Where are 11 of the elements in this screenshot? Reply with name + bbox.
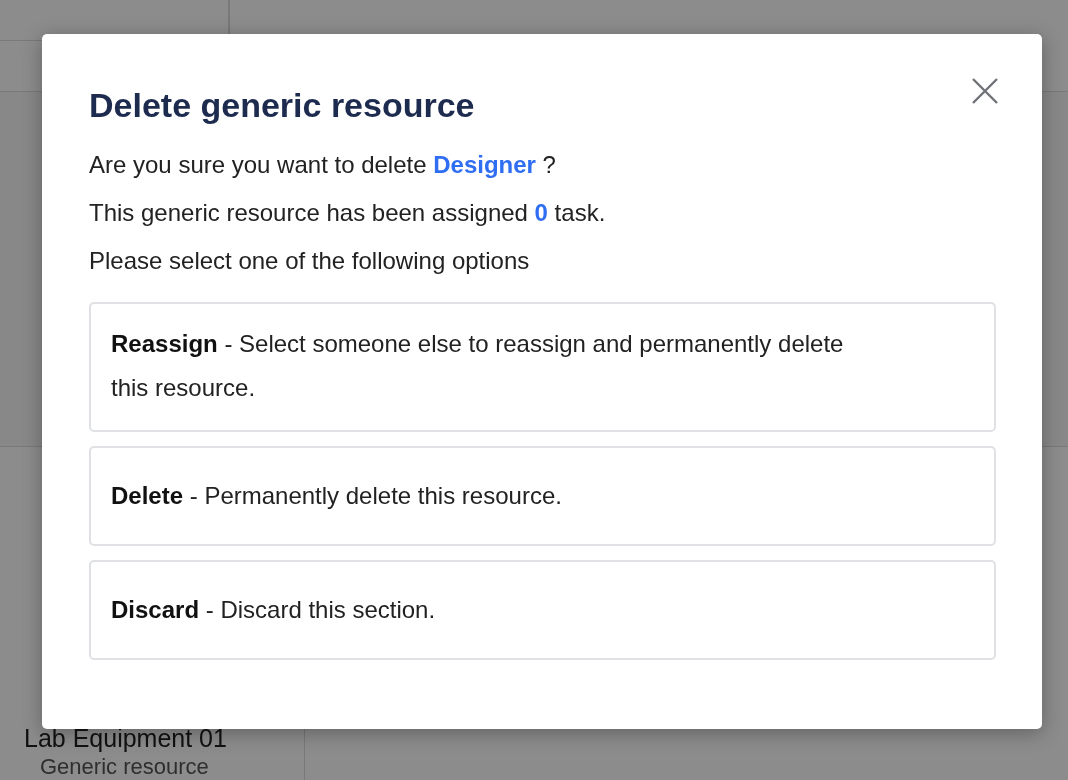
resource-type: Generic resource — [39, 754, 210, 780]
option-card[interactable]: Delete - Permanently delete this resource. — [89, 446, 996, 546]
option-card[interactable]: Reassign - Select someone else to reassign and permanently delete this resource. — [89, 302, 996, 432]
option-card[interactable]: Discard - Discard this section. — [89, 560, 996, 660]
close-icon — [972, 78, 998, 104]
dialog-message: This generic resource has been assigned 0 task. — [89, 198, 607, 228]
dialog-title: Delete generic resource — [89, 85, 475, 126]
dialog-message: Please select one of the following options — [89, 246, 531, 276]
dialog-message: Are you sure you want to delete Designer ? — [89, 150, 557, 180]
resource-name: Lab Equipment 01 — [24, 724, 228, 752]
close-button[interactable] — [972, 78, 998, 104]
